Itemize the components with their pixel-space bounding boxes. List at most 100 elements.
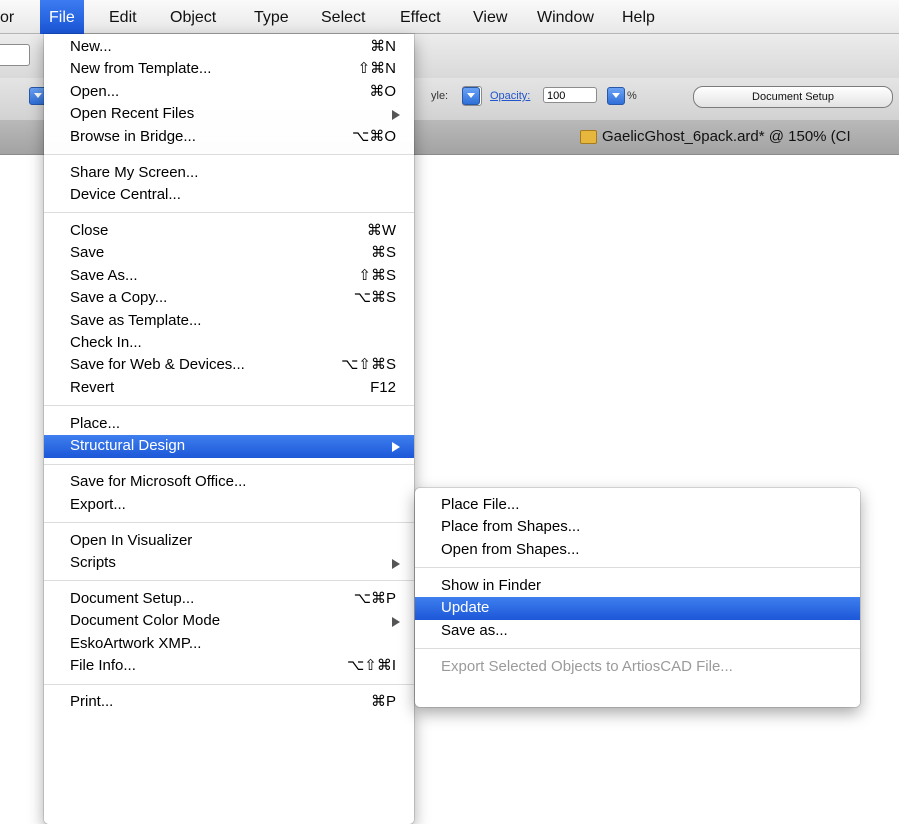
menu-item-label: Save as... [441,621,508,639]
style-label: yle: [431,90,449,102]
menubar-item-type[interactable]: Type [254,0,289,34]
opacity-label[interactable]: Opacity: [490,90,530,102]
menu-separator [44,463,414,465]
menu-item-label: Save [70,244,105,262]
opacity-input[interactable]: 100 [543,87,597,103]
menubar-item-file[interactable]: File [40,0,84,34]
menu-item-shortcut: ⇧⌘S [358,266,396,284]
menu-item-label: Save As... [70,266,138,284]
menu-separator [44,154,414,155]
menu-item-update[interactable]: Update [415,597,860,620]
menu-separator [44,522,414,523]
menubar-item-object[interactable]: Object [170,0,216,34]
menu-item-print[interactable]: Print... ⌘P [44,691,414,713]
menu-item-label: Update [441,599,490,617]
menu-item-shortcut: ⌥⇧⌘I [346,657,396,675]
menubar-item-window[interactable]: Window [537,0,594,34]
menu-item-label: Place from Shapes... [441,518,581,536]
menu-item-save-for-web-devices[interactable]: Save for Web & Devices... ⌥⇧⌘S [44,354,414,376]
menu-item-shortcut: ⌘O [369,82,396,100]
menu-item-file-info[interactable]: File Info... ⌥⇧⌘I [44,655,414,677]
menu-item-label: File Info... [70,657,136,675]
menu-item-check-in[interactable]: Check In... [44,332,414,354]
menu-item-shortcut: ⌥⌘P [353,590,396,607]
menu-item-label: Share My Screen... [70,163,199,181]
menu-item-shortcut: ⌥⌘S [353,289,396,307]
menu-item-export-selected-objects-to-artioscad-file: Export Selected Objects to ArtiosCAD Fil… [415,656,860,678]
menu-item-label: Check In... [70,334,142,351]
menu-item-label: Device Central... [70,186,181,203]
menu-item-label: Save for Web & Devices... [70,356,245,374]
menu-item-document-color-mode[interactable]: Document Color Mode [44,610,414,632]
menu-item-device-central[interactable]: Device Central... [44,184,414,206]
menu-item-new[interactable]: New... ⌘N [44,36,414,58]
menubar: or File Edit Object Type Select Effect V… [0,0,899,34]
document-setup-button[interactable]: Document Setup [693,86,893,108]
menubar-item-view[interactable]: View [473,0,507,34]
menu-item-shortcut: ⌘S [370,244,396,262]
menu-item-label: Open In Visualizer [70,531,193,549]
menu-item-revert[interactable]: Revert F12 [44,377,414,399]
menu-item-label: Save as Template... [70,311,202,329]
menu-item-shortcut: ⌘N [370,38,396,55]
menu-item-document-setup[interactable]: Document Setup... ⌥⌘P [44,588,414,610]
menu-item-shortcut: ⌥⇧⌘S [341,356,396,374]
menu-item-open-in-visualizer[interactable]: Open In Visualizer [44,530,414,552]
menu-item-label: Close [70,222,109,239]
menu-separator [44,212,414,214]
menu-separator [415,567,860,569]
menu-item-save-a-copy[interactable]: Save a Copy... ⌥⌘S [44,287,414,309]
menu-item-browse-in-bridge[interactable]: Browse in Bridge... ⌥⌘O [44,126,414,148]
menubar-item-effect[interactable]: Effect [400,0,441,34]
menu-separator [415,648,860,649]
menu-item-shortcut: F12 [370,378,396,396]
menu-item-label: Scripts [70,554,116,571]
menu-item-save-as-template[interactable]: Save as Template... [44,310,414,332]
menu-item-place-file[interactable]: Place File... [415,494,860,516]
menu-item-place-from-shapes[interactable]: Place from Shapes... [415,516,860,538]
menu-item-open[interactable]: Open... ⌘O [44,81,414,103]
menu-item-close[interactable]: Close ⌘W [44,220,414,242]
menu-item-label: Structural Design [70,437,186,455]
menu-item-label: Revert [70,378,115,396]
menu-item-eskoartwork-xmp[interactable]: EskoArtwork XMP... [44,633,414,655]
menubar-item-app[interactable]: or [0,0,14,34]
menu-item-label: Document Setup... [70,590,195,607]
menu-item-save-as[interactable]: Save As... ⇧⌘S [44,265,414,287]
menu-item-label: Show in Finder [441,576,542,594]
menu-item-label: Place... [70,414,121,432]
menu-item-save-as[interactable]: Save as... [415,620,860,642]
menu-item-label: Save for Microsoft Office... [70,473,247,491]
menubar-item-help[interactable]: Help [622,0,655,34]
menu-item-save-for-microsoft-office[interactable]: Save for Microsoft Office... [44,471,414,493]
style-dropdown-button[interactable] [462,87,480,105]
toolbar-dropdown[interactable] [0,44,30,66]
menu-item-label: Export... [70,495,126,513]
menu-item-show-in-finder[interactable]: Show in Finder [415,575,860,597]
menu-item-new-from-template[interactable]: New from Template... ⇧⌘N [44,58,414,80]
menu-item-label: Open... [70,82,120,100]
menu-item-save[interactable]: Save ⌘S [44,242,414,264]
document-tab-title[interactable]: GaelicGhost_6pack.ard* @ 150% (CI [580,120,851,154]
menu-item-export[interactable]: Export... [44,494,414,516]
menu-item-open-from-shapes[interactable]: Open from Shapes... [415,539,860,561]
menu-item-open-recent-files[interactable]: Open Recent Files [44,103,414,125]
menu-item-place[interactable]: Place... [44,413,414,435]
menu-item-label: Open from Shapes... [441,540,580,558]
menu-item-label: EskoArtwork XMP... [70,634,202,652]
menu-item-share-my-screen[interactable]: Share My Screen... [44,162,414,184]
menu-item-structural-design[interactable]: Structural Design [44,435,414,458]
submenu-arrow-icon [392,442,400,453]
menubar-item-select[interactable]: Select [321,0,365,34]
submenu-arrow-icon [392,559,400,569]
percent-label: % [627,90,637,102]
menu-item-label: New from Template... [70,60,212,78]
menu-item-shortcut: ⇧⌘N [357,60,396,78]
submenu-arrow-icon [392,617,400,628]
menu-item-label: Place File... [441,496,520,513]
menubar-item-edit[interactable]: Edit [109,0,137,34]
menu-item-label: Print... [70,693,114,711]
menu-item-label: Save a Copy... [70,289,168,307]
opacity-dropdown-button[interactable] [607,87,625,105]
menu-item-scripts[interactable]: Scripts [44,552,414,574]
